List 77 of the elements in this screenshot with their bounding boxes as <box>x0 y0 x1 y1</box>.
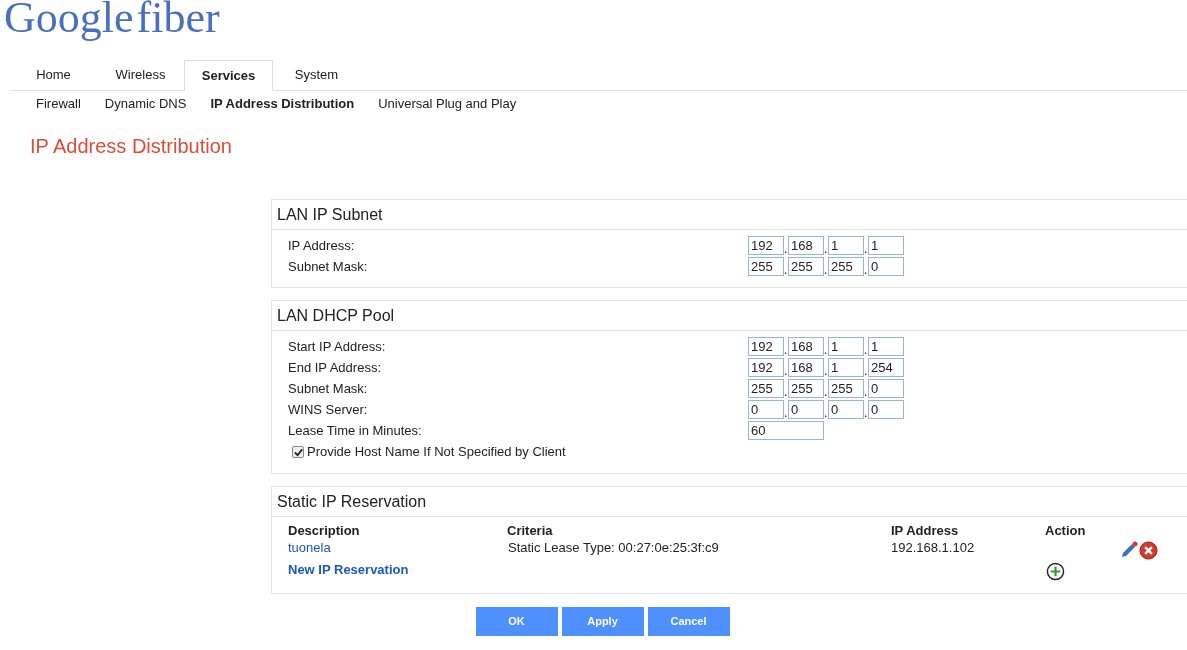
octet-field[interactable]: 0 <box>868 400 904 419</box>
column-header: Description <box>287 522 361 541</box>
dot-separator: . <box>864 365 868 377</box>
dot-separator: . <box>784 407 788 419</box>
field-label: Subnet Mask: <box>287 257 369 276</box>
octet-field[interactable]: 1 <box>868 236 904 255</box>
delete-icon[interactable] <box>1139 540 1158 560</box>
sub-tab[interactable]: Firewall <box>36 94 81 114</box>
nav-tab[interactable]: System <box>273 60 360 90</box>
octet-field[interactable]: 0 <box>868 379 904 398</box>
octet-field[interactable]: 255 <box>788 257 824 276</box>
field-label: IP Address: <box>287 236 356 255</box>
dot-separator: . <box>784 243 788 255</box>
field-label: End IP Address: <box>287 358 382 377</box>
dot-separator: . <box>824 407 828 419</box>
octet-field[interactable]: 255 <box>748 257 784 276</box>
octet-field[interactable]: 192 <box>748 358 784 377</box>
sub-tab[interactable]: Dynamic DNS <box>104 94 187 114</box>
octet-field[interactable]: 1 <box>828 337 864 356</box>
dot-separator: . <box>824 243 828 255</box>
octet-field[interactable]: 254 <box>868 358 904 377</box>
octet-field[interactable]: 255 <box>748 379 784 398</box>
column-header: Criteria <box>507 522 554 541</box>
octet-field[interactable]: 255 <box>788 379 824 398</box>
octet-field[interactable]: 1 <box>828 236 864 255</box>
octet-field[interactable]: 192 <box>748 236 784 255</box>
octet-field[interactable]: 192 <box>748 337 784 356</box>
dot-separator: . <box>864 344 868 356</box>
sub-tab[interactable]: Universal Plug and Play <box>378 94 517 114</box>
dot-separator: . <box>784 386 788 398</box>
column-header: IP Address <box>891 522 960 541</box>
dot-separator: . <box>864 243 868 255</box>
octet-field[interactable]: 1 <box>828 358 864 377</box>
google-fiber-logo: Googlefiber <box>3 0 221 44</box>
octet-field[interactable]: 0 <box>868 257 904 276</box>
octet-field[interactable]: 0 <box>788 400 824 419</box>
dot-separator: . <box>864 386 868 398</box>
check-icon <box>293 447 303 457</box>
dot-separator: . <box>784 365 788 377</box>
description-link[interactable]: tuonela <box>288 540 331 556</box>
dot-separator: . <box>824 344 828 356</box>
panel-title: LAN DHCP Pool <box>272 301 1187 331</box>
panel-title: LAN IP Subnet <box>272 200 1187 230</box>
checkbox-label: Provide Host Name If Not Specified by Client <box>307 443 566 462</box>
octet-field[interactable]: 0 <box>748 400 784 419</box>
dot-separator: . <box>824 365 828 377</box>
dot-separator: . <box>864 264 868 276</box>
octet-field[interactable]: 168 <box>788 358 824 377</box>
sub-tab[interactable]: IP Address Distribution <box>210 94 355 114</box>
page-title: IP Address Distribution <box>30 134 233 158</box>
nav-tab[interactable]: Wireless <box>97 60 184 90</box>
panel-title: Static IP Reservation <box>272 487 1187 517</box>
add-icon[interactable] <box>1046 562 1065 581</box>
field-label: Lease Time in Minutes: <box>287 421 423 440</box>
pencil-icon[interactable] <box>1119 540 1139 560</box>
input-field[interactable]: 60 <box>748 421 824 440</box>
nav-tab[interactable]: Home <box>10 60 97 90</box>
new-reservation-link[interactable]: New IP Reservation <box>272 560 1029 580</box>
table-cell-text: Static Lease Type: 00:27:0e:25:3f:c9 <box>507 539 720 558</box>
column-header: Action <box>1045 522 1086 541</box>
octet-field[interactable]: 255 <box>828 379 864 398</box>
nav-tab[interactable]: Services <box>184 60 273 91</box>
field-label: Subnet Mask: <box>287 379 369 398</box>
checkbox[interactable] <box>292 446 304 458</box>
field-label: Start IP Address: <box>287 337 387 356</box>
dot-separator: . <box>784 264 788 276</box>
dot-separator: . <box>864 407 868 419</box>
octet-field[interactable]: 168 <box>788 236 824 255</box>
octet-field[interactable]: 0 <box>828 400 864 419</box>
dot-separator: . <box>824 386 828 398</box>
octet-field[interactable]: 1 <box>868 337 904 356</box>
octet-field[interactable]: 168 <box>788 337 824 356</box>
table-cell-text: 192.168.1.102 <box>891 539 976 558</box>
dot-separator: . <box>824 264 828 276</box>
field-label: WINS Server: <box>287 400 369 419</box>
octet-field[interactable]: 255 <box>828 257 864 276</box>
dot-separator: . <box>784 344 788 356</box>
